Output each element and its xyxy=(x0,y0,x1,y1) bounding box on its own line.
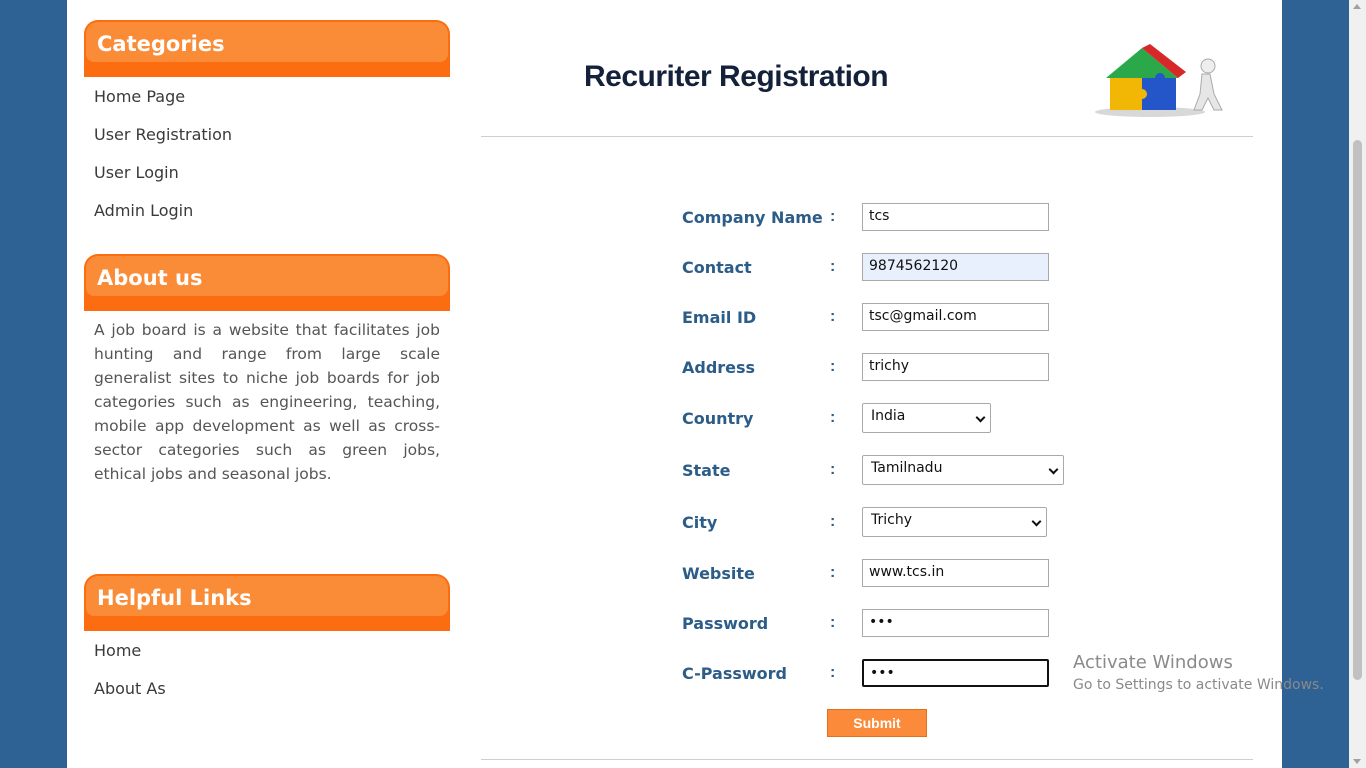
scroll-up-icon[interactable] xyxy=(1353,4,1361,9)
country-selected-value: India xyxy=(871,408,906,424)
chevron-down-icon xyxy=(1048,464,1059,475)
contact-input[interactable]: 9874562120 xyxy=(862,253,1049,281)
company-name-input[interactable]: tcs xyxy=(862,203,1049,231)
city-selected-value: Trichy xyxy=(871,512,912,528)
state-selected-value: Tamilnadu xyxy=(871,460,943,476)
sidebar-item-admin-login[interactable]: Admin Login xyxy=(94,201,193,220)
colon: : xyxy=(830,564,836,581)
watermark-title: Activate Windows xyxy=(1073,652,1233,673)
watermark-subtitle: Go to Settings to activate Windows. xyxy=(1073,677,1324,693)
header-divider xyxy=(481,136,1253,137)
page-title: Recuriter Registration xyxy=(584,60,889,93)
email-input[interactable]: tsc@gmail.com xyxy=(862,303,1049,331)
helpful-link-home[interactable]: Home xyxy=(94,641,141,660)
colon: : xyxy=(830,208,836,225)
city-select[interactable]: Trichy xyxy=(862,507,1047,537)
colon: : xyxy=(830,358,836,375)
about-title: About us xyxy=(97,266,203,290)
colon: : xyxy=(830,664,836,681)
company-name-label: Company Name xyxy=(682,208,823,227)
colon: : xyxy=(830,409,836,426)
helpful-links-header: Helpful Links xyxy=(84,574,450,631)
colon: : xyxy=(830,614,836,631)
about-header: About us xyxy=(84,254,450,311)
state-select[interactable]: Tamilnadu xyxy=(862,455,1064,485)
website-input[interactable]: www.tcs.in xyxy=(862,559,1049,587)
password-input[interactable]: ••• xyxy=(862,609,1049,637)
submit-button[interactable]: Submit xyxy=(827,709,927,737)
puzzle-house-logo-icon xyxy=(1095,44,1223,117)
state-label: State xyxy=(682,461,731,480)
categories-title: Categories xyxy=(97,32,225,56)
address-label: Address xyxy=(682,358,756,377)
country-label: Country xyxy=(682,409,754,428)
activate-windows-watermark: Activate Windows Go to Settings to activ… xyxy=(1073,652,1324,693)
colon: : xyxy=(830,258,836,275)
colon: : xyxy=(830,308,836,325)
scrollbar-thumb[interactable] xyxy=(1353,140,1362,680)
categories-header: Categories xyxy=(84,20,450,77)
city-label: City xyxy=(682,513,718,532)
contact-label: Contact xyxy=(682,258,752,277)
email-label: Email ID xyxy=(682,308,757,327)
sidebar-item-user-login[interactable]: User Login xyxy=(94,163,179,182)
sidebar-item-user-registration[interactable]: User Registration xyxy=(94,125,232,144)
helpful-links-title: Helpful Links xyxy=(97,586,252,610)
vertical-scrollbar[interactable] xyxy=(1349,0,1366,768)
address-input[interactable]: trichy xyxy=(862,353,1049,381)
sidebar-item-home-page[interactable]: Home Page xyxy=(94,87,185,106)
colon: : xyxy=(830,513,836,530)
chevron-down-icon xyxy=(1031,516,1042,527)
country-select[interactable]: India xyxy=(862,403,991,433)
password-label: Password xyxy=(682,614,769,633)
confirm-password-label: C-Password xyxy=(682,664,788,683)
chevron-down-icon xyxy=(975,412,986,423)
footer-divider xyxy=(481,759,1253,760)
helpful-link-about[interactable]: About As xyxy=(94,679,166,698)
website-label: Website xyxy=(682,564,755,583)
confirm-password-input[interactable]: ••• xyxy=(862,659,1049,687)
about-text: A job board is a website that facilitate… xyxy=(94,321,440,483)
colon: : xyxy=(830,461,836,478)
scroll-down-icon[interactable] xyxy=(1353,759,1361,764)
